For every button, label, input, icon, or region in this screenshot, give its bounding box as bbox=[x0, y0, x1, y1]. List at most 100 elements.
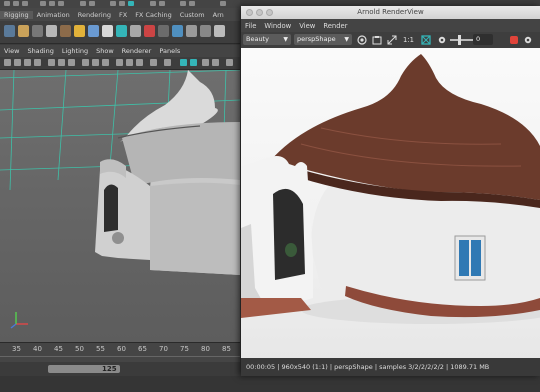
shelf-tab-rigging[interactable]: Rigging bbox=[0, 10, 33, 19]
shelf-tool-icon[interactable] bbox=[116, 25, 127, 37]
maya-viewport[interactable] bbox=[0, 70, 240, 342]
viewport-scene bbox=[0, 70, 240, 329]
timeline-tick: 85 bbox=[222, 345, 231, 353]
tool-icon[interactable] bbox=[189, 1, 195, 6]
expand-icon[interactable] bbox=[387, 35, 397, 45]
menu-render[interactable]: Render bbox=[319, 22, 351, 30]
window-title: Arnold RenderView bbox=[357, 8, 424, 16]
stop-render-button[interactable] bbox=[510, 36, 518, 44]
resolution-gate-icon[interactable] bbox=[68, 59, 75, 66]
region-crop-icon[interactable] bbox=[421, 35, 431, 45]
rendered-hut-image bbox=[241, 54, 540, 324]
shelf-tool-icon[interactable] bbox=[60, 25, 71, 37]
viewport-menu-shading[interactable]: Shading bbox=[23, 47, 57, 55]
close-window-button[interactable] bbox=[246, 9, 253, 16]
film-gate-icon[interactable] bbox=[58, 59, 65, 66]
tool-icon[interactable] bbox=[22, 1, 28, 6]
tool-icon[interactable] bbox=[110, 1, 116, 6]
tool-icon[interactable] bbox=[119, 1, 125, 6]
ssao-icon[interactable] bbox=[180, 59, 187, 66]
shelf-tool-icon[interactable] bbox=[186, 25, 197, 37]
aa-icon[interactable] bbox=[202, 59, 209, 66]
shelf-tool-icon[interactable] bbox=[200, 25, 211, 37]
textured-icon[interactable] bbox=[116, 59, 123, 66]
shelf-tab-animation[interactable]: Animation bbox=[33, 11, 74, 19]
tool-icon[interactable] bbox=[150, 1, 156, 6]
shelf-tool-icon[interactable] bbox=[46, 25, 57, 37]
render-settings-gear-icon[interactable] bbox=[523, 35, 533, 45]
tool-icon[interactable] bbox=[80, 1, 86, 6]
timeline-tick: 80 bbox=[201, 345, 210, 353]
shelf-tab-fx[interactable]: FX bbox=[115, 11, 131, 19]
tool-icon[interactable] bbox=[180, 1, 186, 6]
timeline-tick: 75 bbox=[180, 345, 189, 353]
shelf-tool-icon[interactable] bbox=[88, 25, 99, 37]
time-slider[interactable]: 35 40 45 50 55 60 65 70 75 80 85 bbox=[0, 342, 240, 363]
shelf-tab-rendering[interactable]: Rendering bbox=[74, 11, 115, 19]
shelf-tool-icon[interactable] bbox=[172, 25, 183, 37]
tool-icon[interactable] bbox=[159, 1, 165, 6]
isolate-icon[interactable] bbox=[150, 59, 157, 66]
lights-icon[interactable] bbox=[126, 59, 133, 66]
window-titlebar[interactable]: Arnold RenderView bbox=[241, 6, 540, 19]
shelf-tool-icon[interactable] bbox=[214, 25, 225, 37]
shelf-tool-icon[interactable] bbox=[4, 25, 15, 37]
smooth-shade-icon[interactable] bbox=[102, 59, 109, 66]
timeline-tick: 55 bbox=[96, 345, 105, 353]
wireframe-icon[interactable] bbox=[92, 59, 99, 66]
menu-file[interactable]: File bbox=[241, 22, 260, 30]
safe-action-icon[interactable] bbox=[82, 59, 89, 66]
shelf-tool-icon[interactable] bbox=[158, 25, 169, 37]
camera-icon[interactable] bbox=[14, 59, 21, 66]
shelf-tool-icon[interactable] bbox=[32, 25, 43, 37]
tool-icon[interactable] bbox=[220, 1, 226, 6]
bookmark-icon[interactable] bbox=[24, 59, 31, 66]
command-line[interactable] bbox=[0, 376, 540, 392]
tool-icon[interactable] bbox=[13, 1, 19, 6]
depth-icon[interactable] bbox=[212, 59, 219, 66]
snapshot-icon[interactable] bbox=[372, 35, 382, 45]
exposure-slider-handle[interactable] bbox=[458, 35, 461, 45]
grid-icon[interactable] bbox=[48, 59, 55, 66]
render-image[interactable] bbox=[241, 48, 540, 358]
tool-icon[interactable] bbox=[58, 1, 64, 6]
hud-icon[interactable] bbox=[226, 59, 233, 66]
tool-icon[interactable] bbox=[4, 1, 10, 6]
zoom-ratio-button[interactable]: 1:1 bbox=[403, 36, 414, 44]
viewport-menu-lighting[interactable]: Lighting bbox=[58, 47, 92, 55]
shelf-tab-arnold[interactable]: Arn bbox=[209, 11, 228, 19]
shadows-icon[interactable] bbox=[136, 59, 143, 66]
tool-icon[interactable] bbox=[49, 1, 55, 6]
dropdown-arrow-icon: ▼ bbox=[283, 36, 288, 43]
tool-icon[interactable] bbox=[40, 1, 46, 6]
shelf-tool-icon[interactable] bbox=[144, 25, 155, 37]
motion-blur-icon[interactable] bbox=[190, 59, 197, 66]
tool-icon[interactable] bbox=[89, 1, 95, 6]
camera-dropdown[interactable]: perspShape ▼ bbox=[294, 34, 352, 45]
viewport-menu-view[interactable]: View bbox=[0, 47, 23, 55]
gear-icon[interactable] bbox=[437, 35, 447, 45]
image-plane-icon[interactable] bbox=[34, 59, 41, 66]
sun-icon[interactable] bbox=[74, 25, 85, 37]
camera-icon[interactable] bbox=[4, 59, 11, 66]
viewport-menu-panels[interactable]: Panels bbox=[155, 47, 184, 55]
light-icon[interactable] bbox=[18, 25, 29, 37]
viewport-menu-show[interactable]: Show bbox=[92, 47, 118, 55]
timeline-tick: 60 bbox=[117, 345, 126, 353]
viewport-menu-renderer[interactable]: Renderer bbox=[118, 47, 156, 55]
shelf-tool-icon[interactable] bbox=[102, 25, 113, 37]
shelf-tool-icon[interactable] bbox=[130, 25, 141, 37]
tool-icon[interactable] bbox=[128, 1, 134, 6]
menu-view[interactable]: View bbox=[295, 22, 319, 30]
xray-icon[interactable] bbox=[164, 59, 171, 66]
rgb-channel-icon[interactable] bbox=[357, 35, 367, 45]
shelf-tab-fx-caching[interactable]: FX Caching bbox=[131, 11, 176, 19]
range-end-field[interactable]: 125 bbox=[102, 365, 117, 373]
axis-gizmo bbox=[10, 312, 28, 329]
aov-dropdown[interactable]: Beauty ▼ bbox=[243, 34, 291, 45]
minimize-window-button[interactable] bbox=[256, 9, 263, 16]
menu-window[interactable]: Window bbox=[260, 22, 295, 30]
shelf-tab-custom[interactable]: Custom bbox=[176, 11, 209, 19]
exposure-field[interactable]: 0 bbox=[473, 34, 493, 45]
zoom-window-button[interactable] bbox=[266, 9, 273, 16]
